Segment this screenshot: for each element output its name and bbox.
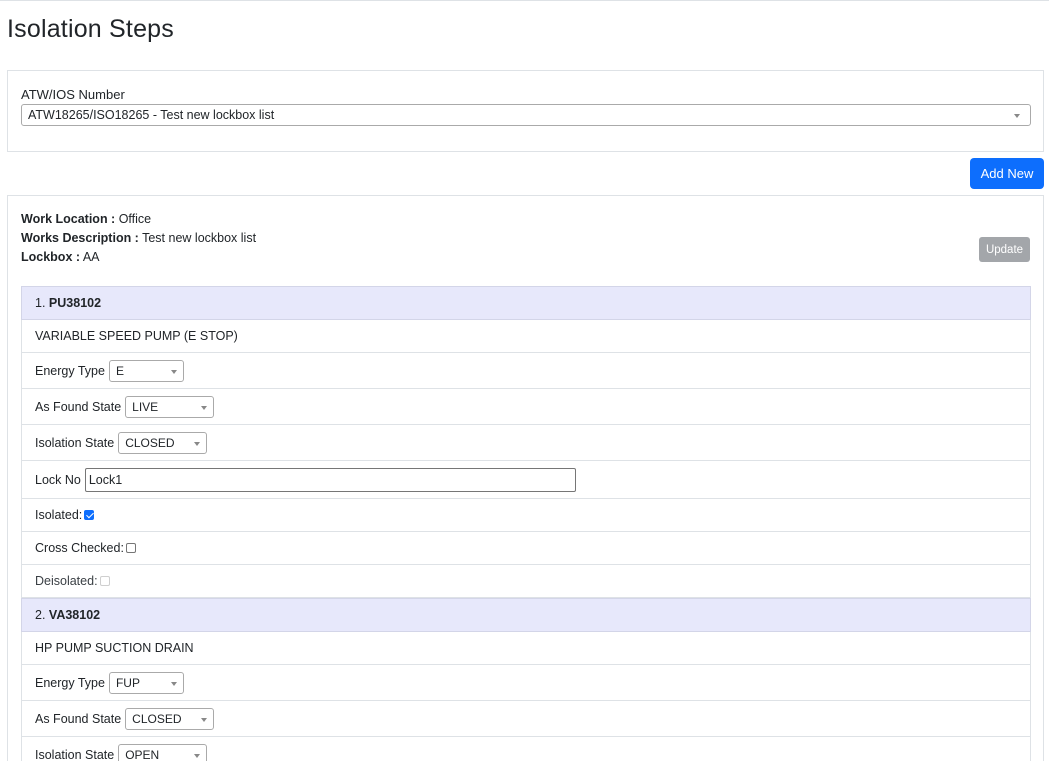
isolation-steps-list: 1. PU38102 VARIABLE SPEED PUMP (E STOP) … (21, 286, 1031, 761)
cross-checked-row: Cross Checked: (21, 532, 1031, 565)
works-description-value: Test new lockbox list (142, 231, 257, 245)
isolation-state-value: CLOSED (125, 435, 175, 450)
energy-type-value: FUP (115, 675, 140, 690)
work-location-label: Work Location : (21, 212, 116, 226)
isolation-state-select[interactable]: OPEN (118, 743, 208, 761)
cross-checked-label: Cross Checked: (35, 541, 124, 555)
energy-type-select[interactable]: E (108, 359, 184, 382)
step-description: VARIABLE SPEED PUMP (E STOP) (35, 329, 238, 343)
as-found-state-value: LIVE (132, 399, 159, 414)
atw-ios-select[interactable]: ATW18265/ISO18265 - Test new lockbox lis… (21, 104, 1031, 126)
work-location-value: Office (118, 212, 152, 226)
deisolated-label: Deisolated: (35, 574, 98, 588)
as-found-state-select[interactable]: CLOSED (125, 707, 215, 730)
chevron-down-icon (201, 717, 208, 722)
isolation-steps-page: Isolation Steps ATW/IOS Number ATW18265/… (0, 0, 1049, 761)
isolated-checkbox[interactable] (84, 510, 95, 520)
isolation-state-value: OPEN (125, 747, 160, 761)
as-found-state-value: CLOSED (132, 711, 182, 726)
deisolated-checkbox (99, 576, 110, 586)
isolation-details-card: Work Location : Office Works Description… (7, 195, 1044, 761)
as-found-state-row: As Found State CLOSED (21, 701, 1031, 737)
lock-no-row: Lock No (21, 461, 1031, 499)
work-location: Work Location : Office (21, 212, 151, 226)
lock-no-label: Lock No (35, 472, 81, 487)
isolated-label: Isolated: (35, 508, 83, 522)
step-header: 2. VA38102 (21, 598, 1031, 632)
atw-selector-card: ATW/IOS Number ATW18265/ISO18265 - Test … (7, 70, 1044, 152)
isolated-row: Isolated: (21, 499, 1031, 532)
works-description: Works Description : Test new lockbox lis… (21, 231, 256, 245)
atw-selector-label: ATW/IOS Number (21, 87, 125, 102)
energy-type-label: Energy Type (35, 363, 105, 378)
chevron-down-icon (194, 753, 201, 758)
chevron-down-icon (201, 405, 208, 410)
step-description-row: VARIABLE SPEED PUMP (E STOP) (21, 320, 1031, 353)
energy-type-select[interactable]: FUP (108, 671, 184, 694)
works-description-label: Works Description : (21, 231, 139, 245)
step-description: HP PUMP SUCTION DRAIN (35, 641, 194, 655)
lock-no-input[interactable] (84, 467, 576, 492)
energy-type-row: Energy Type E (21, 353, 1031, 389)
update-button[interactable]: Update (979, 237, 1030, 262)
isolation-state-row: Isolation State CLOSED (21, 425, 1031, 461)
isolation-state-select[interactable]: CLOSED (118, 431, 208, 454)
lockbox-value: AA (82, 250, 100, 264)
step-description-row: HP PUMP SUCTION DRAIN (21, 632, 1031, 665)
deisolated-row: Deisolated: (21, 565, 1031, 598)
step-code: VA38102 (48, 608, 101, 622)
cross-checked-checkbox[interactable] (125, 543, 136, 553)
atw-ios-select-value: ATW18265/ISO18265 - Test new lockbox lis… (28, 108, 275, 122)
as-found-state-label: As Found State (35, 711, 122, 726)
lockbox-label: Lockbox : (21, 250, 81, 264)
energy-type-row: Energy Type FUP (21, 665, 1031, 701)
as-found-state-select[interactable]: LIVE (125, 395, 215, 418)
step-number: 1. (35, 296, 46, 310)
chevron-down-icon (194, 441, 201, 446)
chevron-down-icon (170, 681, 177, 686)
add-new-button[interactable]: Add New (970, 158, 1044, 189)
page-title: Isolation Steps (7, 15, 174, 43)
chevron-down-icon (1014, 114, 1020, 118)
isolation-state-row: Isolation State OPEN (21, 737, 1031, 761)
as-found-state-row: As Found State LIVE (21, 389, 1031, 425)
energy-type-label: Energy Type (35, 675, 105, 690)
step-number: 2. (35, 608, 46, 622)
isolation-state-label: Isolation State (35, 747, 115, 761)
step-code: PU38102 (48, 296, 102, 310)
energy-type-value: E (115, 363, 124, 378)
chevron-down-icon (170, 369, 177, 374)
as-found-state-label: As Found State (35, 399, 122, 414)
lockbox: Lockbox : AA (21, 250, 100, 264)
isolation-state-label: Isolation State (35, 435, 115, 450)
step-header: 1. PU38102 (21, 286, 1031, 320)
